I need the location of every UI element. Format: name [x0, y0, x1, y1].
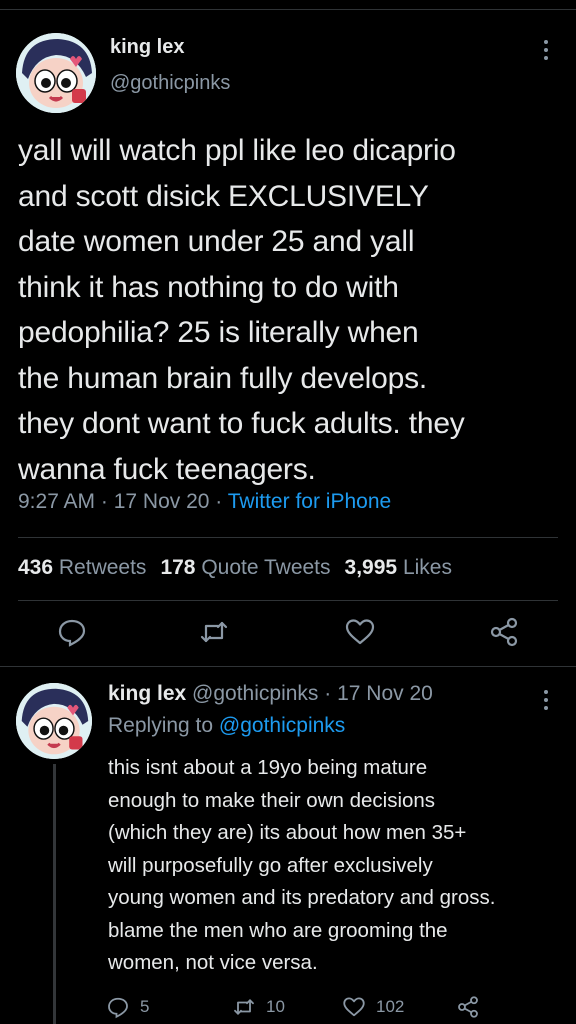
- retweets-stat[interactable]: 436 Retweets: [18, 556, 146, 579]
- reply-retweet-button[interactable]: 10: [232, 994, 285, 1020]
- author-handle[interactable]: @gothicpinks: [110, 72, 230, 95]
- top-divider: [0, 9, 576, 10]
- share-icon[interactable]: [488, 616, 520, 648]
- reply-author-name[interactable]: king lex: [108, 682, 186, 705]
- tweet-stats: 436 Retweets 178 Quote Tweets 3,995 Likes: [18, 556, 452, 580]
- meta-separator: ·: [209, 490, 228, 513]
- author-avatar[interactable]: [16, 33, 96, 113]
- reply-date[interactable]: 17 Nov 20: [337, 682, 433, 705]
- quotes-count: 178: [160, 556, 196, 579]
- replying-to: Replying to @gothicpinks: [108, 714, 345, 738]
- reply-reply-button[interactable]: 5: [106, 994, 149, 1020]
- replying-label: Replying to: [108, 714, 219, 737]
- retweets-count: 436: [18, 556, 54, 579]
- reply-icon: [108, 997, 128, 1019]
- tweet-time[interactable]: 9:27 AM: [18, 490, 95, 513]
- reply-share-button[interactable]: [456, 994, 480, 1020]
- meta-separator: ·: [95, 490, 114, 513]
- reply-header: king lex @gothicpinks · 17 Nov 20: [108, 682, 433, 706]
- divider: [18, 600, 558, 601]
- retweet-icon[interactable]: [198, 616, 230, 648]
- like-count: 102: [376, 997, 405, 1016]
- reply-count: 5: [140, 997, 150, 1016]
- divider: [0, 666, 576, 667]
- retweet-count: 10: [266, 997, 285, 1016]
- thread-line: [53, 764, 56, 1024]
- meta-separator: ·: [318, 682, 338, 705]
- avatar-image: [16, 683, 92, 759]
- tweet-date[interactable]: 17 Nov 20: [114, 490, 210, 513]
- share-icon: [458, 996, 478, 1018]
- reply-like-button[interactable]: 102: [342, 994, 404, 1020]
- reply-icon[interactable]: [56, 616, 88, 648]
- reply-text: this isnt about a 19yo being mature enou…: [108, 756, 496, 974]
- tweet-detail-screen: king lex @gothicpinks yall will watch pp…: [0, 0, 576, 1024]
- tweet-source[interactable]: Twitter for iPhone: [228, 490, 391, 513]
- more-options-icon[interactable]: [536, 688, 556, 712]
- quotes-label: Quote Tweets: [201, 556, 331, 579]
- likes-count: 3,995: [344, 556, 398, 579]
- like-icon[interactable]: [344, 616, 376, 648]
- retweet-icon: [234, 999, 254, 1015]
- replying-mention[interactable]: @gothicpinks: [219, 714, 345, 737]
- tweet-text: yall will watch ppl like leo dicaprio an…: [18, 134, 465, 486]
- more-options-icon[interactable]: [536, 38, 556, 62]
- reply-author-handle[interactable]: @gothicpinks: [192, 682, 318, 705]
- divider: [18, 537, 558, 538]
- reply-author-avatar[interactable]: [16, 683, 92, 759]
- likes-label: Likes: [402, 556, 452, 579]
- avatar-image: [16, 33, 96, 113]
- likes-stat[interactable]: 3,995 Likes: [345, 556, 452, 579]
- tweet-meta: 9:27 AM · 17 Nov 20 · Twitter for iPhone: [18, 490, 391, 514]
- retweets-label: Retweets: [58, 556, 147, 579]
- like-icon: [343, 997, 365, 1017]
- author-name[interactable]: king lex: [110, 36, 184, 59]
- quote-tweets-stat[interactable]: 178 Quote Tweets: [160, 556, 330, 579]
